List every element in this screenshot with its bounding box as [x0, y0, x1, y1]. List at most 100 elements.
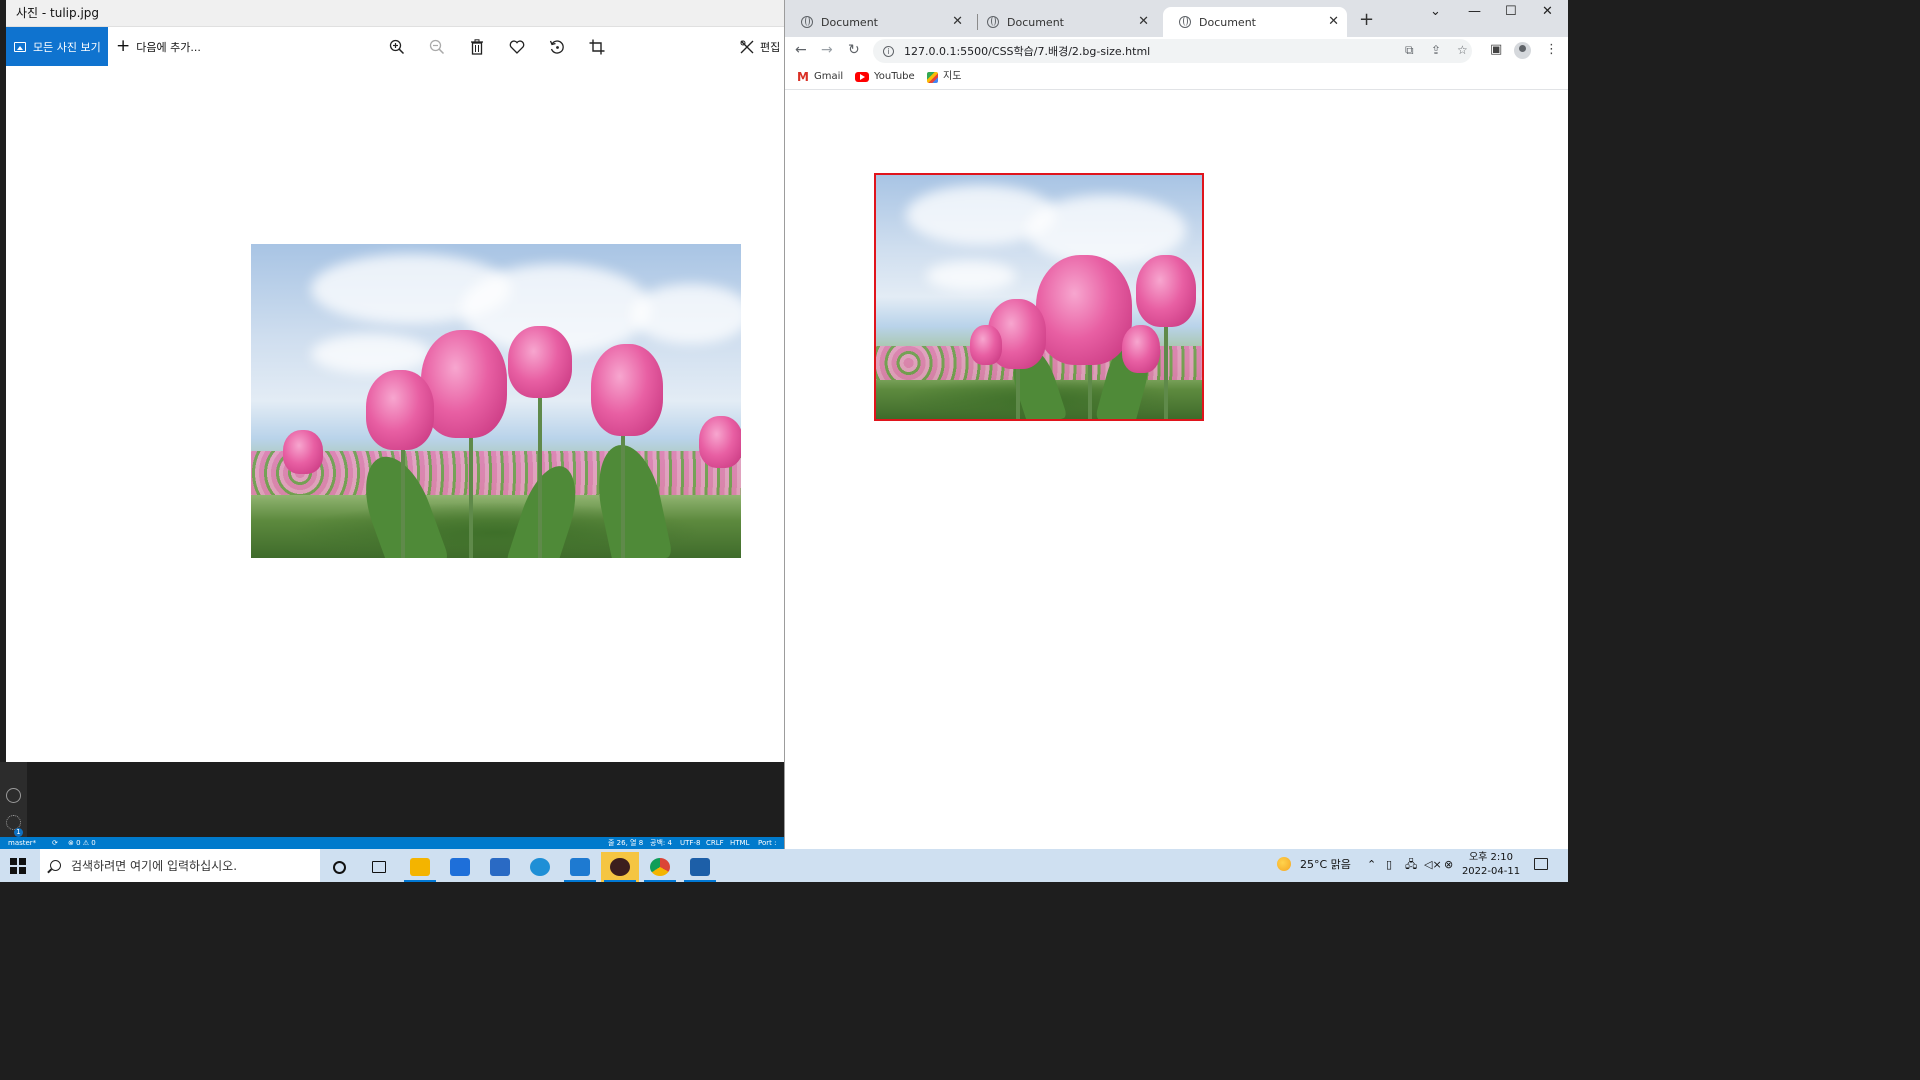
bookmark-label: Gmail: [813, 71, 844, 82]
photos-toolbar: 모든 사진 보기 + 다음에 추가... 편집: [6, 27, 784, 66]
volume-muted-icon[interactable]: ◁×: [1424, 858, 1442, 872]
tab-strip: Document ✕ Document ✕ Document ✕ + ⌄ — ☐…: [785, 0, 1568, 37]
menu-icon[interactable]: ⋮: [1545, 43, 1558, 57]
globe-icon: [1179, 16, 1191, 28]
youtube-icon: [855, 72, 869, 82]
mail-icon: [450, 858, 470, 876]
taskbar-search-box[interactable]: 검색하려면 여기에 입력하십시오.: [40, 849, 320, 882]
photos-title-bar[interactable]: 사진 - tulip.jpg: [6, 0, 784, 27]
address-bar[interactable]: i 127.0.0.1:5500/CSS학습/7.배경/2.bg-size.ht…: [873, 39, 1472, 63]
bookmark-maps[interactable]: 지도: [927, 71, 961, 83]
photos-window: 사진 - tulip.jpg 모든 사진 보기 + 다음에 추가... 편집: [6, 0, 784, 762]
network-icon[interactable]: 🖧: [1405, 858, 1417, 872]
tab-document-3[interactable]: Document ✕: [1163, 7, 1347, 37]
chrome-window: Document ✕ Document ✕ Document ✕ + ⌄ — ☐…: [784, 0, 1568, 849]
bookmark-gmail[interactable]: M Gmail: [797, 71, 843, 83]
bookmark-label: 지도: [943, 71, 962, 82]
taskbar-file-explorer[interactable]: [401, 852, 439, 882]
taskbar-store[interactable]: [481, 852, 519, 882]
taskbar-clock[interactable]: 오후 2:10 2022-04-11: [1460, 851, 1522, 879]
cursor-position[interactable]: 줄 26, 열 8: [608, 837, 643, 849]
rotate-icon[interactable]: [547, 37, 567, 57]
tray-close-icon[interactable]: ⊗: [1444, 858, 1453, 872]
file-encoding[interactable]: UTF-8: [680, 837, 700, 849]
translate-icon[interactable]: ⧉: [1405, 43, 1414, 57]
tulip-photo: [251, 244, 741, 558]
accounts-badge: 1: [14, 828, 23, 837]
url-text[interactable]: 127.0.0.1:5500/CSS학습/7.배경/2.bg-size.html: [904, 43, 1150, 59]
forward-icon[interactable]: →: [821, 42, 833, 58]
language-mode[interactable]: HTML: [730, 837, 749, 849]
search-icon: [50, 860, 61, 871]
sync-icon[interactable]: ⟳: [52, 837, 58, 849]
vscode-activity-bar: 1: [0, 762, 27, 837]
clock-date: 2022-04-11: [1461, 866, 1521, 877]
tab-label: Document: [1007, 15, 1064, 29]
tray-device-icon[interactable]: ▯: [1386, 858, 1392, 872]
cortana-button[interactable]: [320, 852, 358, 882]
add-to-label: 다음에 추가...: [136, 40, 201, 54]
taskbar-photos[interactable]: [681, 852, 719, 882]
minimize-button[interactable]: —: [1468, 4, 1481, 20]
reload-icon[interactable]: ↻: [848, 42, 860, 58]
tab-search-icon[interactable]: ⌄: [1430, 4, 1441, 20]
edge-icon: [530, 858, 550, 876]
delete-icon[interactable]: [467, 37, 487, 57]
line-ending[interactable]: CRLF: [706, 837, 724, 849]
file-explorer-icon: [410, 858, 430, 876]
bookmark-label: YouTube: [874, 71, 915, 82]
taskbar-mail[interactable]: [441, 852, 479, 882]
taskbar-edge[interactable]: [521, 852, 559, 882]
bookmark-youtube[interactable]: YouTube: [855, 71, 915, 83]
close-tab-icon[interactable]: ✕: [952, 15, 963, 28]
kakaotalk-icon: [610, 858, 630, 876]
indentation[interactable]: 공백: 4: [650, 837, 672, 849]
start-button[interactable]: [10, 858, 26, 874]
close-window-button[interactable]: ✕: [1542, 4, 1553, 20]
edit-icon: [740, 40, 754, 53]
gmail-icon: M: [797, 70, 809, 84]
live-server-port[interactable]: Port :: [758, 837, 776, 849]
edit-label: 편집: [760, 40, 781, 54]
tab-document-2[interactable]: Document ✕: [971, 7, 1157, 37]
task-view-button[interactable]: [360, 852, 398, 882]
problems-count[interactable]: ⊗ 0 ⚠ 0: [68, 837, 96, 849]
taskbar-kakaotalk[interactable]: [601, 852, 639, 882]
plus-icon: +: [116, 36, 131, 56]
accounts-icon[interactable]: [6, 788, 21, 803]
taskbar-vscode[interactable]: [561, 852, 599, 882]
new-tab-button[interactable]: +: [1359, 10, 1374, 30]
zoom-out-icon[interactable]: [427, 37, 447, 57]
all-photos-button[interactable]: 모든 사진 보기: [6, 27, 108, 66]
tab-document-1[interactable]: Document ✕: [785, 7, 971, 37]
taskbar-chrome[interactable]: [641, 852, 679, 882]
tray-chevron-icon[interactable]: ⌃: [1367, 858, 1376, 872]
site-info-icon[interactable]: i: [883, 45, 894, 57]
bookmarks-bar: M Gmail YouTube 지도: [785, 64, 1568, 90]
notification-icon[interactable]: [1534, 858, 1548, 870]
bookmark-star-icon[interactable]: ☆: [1457, 43, 1468, 57]
maximize-button[interactable]: ☐: [1505, 4, 1517, 20]
weather-sun-icon[interactable]: [1277, 857, 1291, 871]
add-to-button[interactable]: + 다음에 추가...: [116, 27, 201, 66]
profile-avatar[interactable]: [1514, 42, 1531, 59]
close-tab-icon[interactable]: ✕: [1138, 15, 1149, 28]
favorite-icon[interactable]: [507, 37, 527, 57]
page-content: [785, 90, 1568, 848]
share-icon[interactable]: ⇪: [1431, 43, 1441, 57]
globe-icon: [987, 16, 999, 28]
globe-icon: [801, 16, 813, 28]
zoom-in-icon[interactable]: [387, 37, 407, 57]
weather-text[interactable]: 25°C 맑음: [1300, 858, 1351, 872]
vscode-status-bar: master* ⟳ ⊗ 0 ⚠ 0 줄 26, 열 8 공백: 4 UTF-8 …: [0, 837, 784, 849]
git-branch[interactable]: master*: [8, 837, 36, 849]
back-icon[interactable]: ←: [795, 42, 807, 58]
crop-icon[interactable]: [587, 37, 607, 57]
close-tab-icon[interactable]: ✕: [1328, 15, 1339, 28]
maps-icon: [927, 71, 938, 83]
edit-button[interactable]: 편집: [740, 27, 780, 66]
side-panel-icon[interactable]: ▣: [1490, 43, 1502, 57]
search-placeholder: 검색하려면 여기에 입력하십시오.: [71, 859, 238, 873]
vscode-icon: [570, 858, 590, 876]
bg-size-box: [874, 173, 1204, 421]
